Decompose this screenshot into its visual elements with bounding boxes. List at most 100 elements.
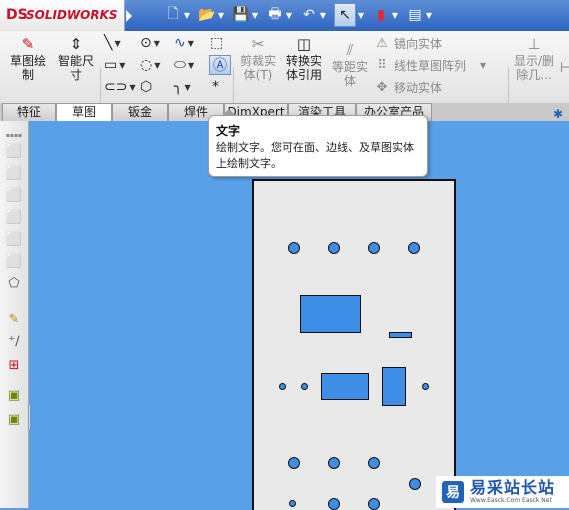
slot-icon: ⊂⊃ <box>104 79 128 95</box>
open-dropdown-arrow-icon[interactable]: ▼ <box>216 4 226 26</box>
ellipse-tool[interactable]: ⬭ ▼ <box>174 56 194 74</box>
construction-geometry-tool[interactable]: ⬚ <box>210 34 223 52</box>
convert-entities-icon: ◫ <box>296 35 312 53</box>
hole <box>368 457 380 469</box>
undo-icon[interactable]: ↶ <box>300 4 318 26</box>
tooltip-description: 绘制文字。您可在面、边线、及草图实体上绘制文字。 <box>216 141 414 170</box>
show-delete-relations-label: 显示/删 除几... <box>513 54 555 82</box>
point-tool[interactable]: * <box>212 78 219 96</box>
text-tool[interactable]: Ⓐ <box>209 55 231 75</box>
traffic-light-icon[interactable]: ▮ <box>372 4 390 26</box>
trim-entities-label: 剪裁实 体(T) <box>239 54 276 82</box>
watermark-logo: 易 <box>442 481 464 503</box>
hole <box>288 242 300 254</box>
solidworks-logo[interactable]: DS SOLIDWORKS <box>0 0 125 31</box>
trim-scissors-icon: ✂ <box>251 35 265 53</box>
back-view-icon[interactable]: ⬜ <box>5 165 23 181</box>
line-dropdown-arrow-icon[interactable]: ▼ <box>114 39 120 48</box>
spline-dropdown-arrow-icon[interactable]: ▼ <box>188 39 194 48</box>
tab-sketch[interactable]: 草图 <box>56 103 112 122</box>
top-view-icon[interactable]: ⬜ <box>5 231 23 247</box>
sketch-plate[interactable] <box>252 179 456 510</box>
small-hole <box>279 383 286 390</box>
show-delete-relations-button[interactable]: ⊥ 显示/删 除几... <box>510 35 558 83</box>
undo-dropdown-arrow-icon[interactable]: ▼ <box>318 4 328 26</box>
rectangle-tool[interactable]: ▭ ▼ <box>104 56 125 74</box>
linear-pattern-label: 线性草图阵列 <box>394 58 467 73</box>
smart-dimension-button[interactable]: ⇕ 智能尺 寸 <box>54 35 98 83</box>
line-tool[interactable]: ╲ ▼ <box>104 34 121 52</box>
hole <box>368 498 380 510</box>
ribbon-overflow-icon[interactable]: ⊢ <box>560 59 569 77</box>
spline-tool[interactable]: ∿ ▼ <box>174 34 194 52</box>
print-icon[interactable]: 🖶 <box>266 4 284 26</box>
smart-dimension-side-icon[interactable]: ⁺∕ <box>5 333 23 349</box>
edit-sketch-icon[interactable]: ✎ <box>5 311 23 327</box>
polygon-icon: ⬡ <box>140 79 153 95</box>
ellipse-dropdown-arrow-icon[interactable]: ▼ <box>188 61 194 70</box>
add-relation-icon[interactable]: ⊞ <box>5 357 23 373</box>
convert-entities-label: 转换实 体引用 <box>285 54 322 82</box>
panel-settings-icon[interactable]: ✱ <box>553 107 563 121</box>
rectangular-cutout <box>321 373 369 400</box>
slot-dropdown-arrow-icon[interactable]: ▼ <box>129 83 135 92</box>
construction-geometry-icon: ⬚ <box>210 35 224 51</box>
ellipse-icon: ⬭ <box>174 57 186 73</box>
circle-tool[interactable]: ⊙ ▼ <box>140 34 160 52</box>
standard-toolbar: 🗋 ▼ 📂 ▼ 💾 ▼ 🖶 ▼ ↶ ▼ ↖ ▼ ▮ ▼ ▤ ▼ <box>164 3 434 27</box>
new-document-icon[interactable]: 🗋 <box>164 4 182 26</box>
move-entities-button[interactable]: ✥ 移动实体 <box>374 78 442 96</box>
select-dropdown-arrow-icon[interactable]: ▼ <box>356 4 366 26</box>
hole <box>288 457 300 469</box>
right-view-icon[interactable]: ⬜ <box>5 209 23 225</box>
text-tool-tooltip: 文字 绘制文字。您可在面、边线、及草图实体上绘制文字。 <box>208 115 428 177</box>
front-view-icon[interactable]: ⬜ <box>5 143 23 159</box>
linear-pattern-icon: ⠿ <box>377 57 387 73</box>
bottom-view-icon[interactable]: ⬜ <box>5 253 23 269</box>
layer-icon[interactable]: ▣ <box>5 387 23 403</box>
fillet-tool[interactable]: ╮ ▼ <box>174 78 191 96</box>
save-dropdown-arrow-icon[interactable]: ▼ <box>250 4 260 26</box>
title-bar: DS SOLIDWORKS 🗋 ▼ 📂 ▼ 💾 ▼ 🖶 ▼ ↶ ▼ ↖ ▼ ▮ … <box>0 0 569 31</box>
tab-features[interactable]: 特征 <box>2 103 56 121</box>
rectangular-cutout <box>300 295 361 333</box>
rectangle-dropdown-arrow-icon[interactable]: ▼ <box>119 61 125 70</box>
circle-icon: ⊙ <box>140 35 152 51</box>
rebuild-dropdown-arrow-icon[interactable]: ▼ <box>390 4 400 26</box>
linear-pattern-button[interactable]: ⠿ 线性草图阵列 ▼ <box>374 56 486 74</box>
small-hole <box>289 500 296 507</box>
offset-entities-icon: ⫽ <box>346 41 354 59</box>
linear-pattern-dropdown-arrow-icon[interactable]: ▼ <box>480 61 486 70</box>
text-tool-icon: Ⓐ <box>213 58 227 74</box>
new-dropdown-arrow-icon[interactable]: ▼ <box>182 4 192 26</box>
print-dropdown-arrow-icon[interactable]: ▼ <box>284 4 294 26</box>
select-cursor-icon[interactable]: ↖ <box>334 3 356 27</box>
hole <box>409 478 421 490</box>
options-icon[interactable]: ▤ <box>406 4 424 26</box>
smart-dimension-label: 智能尺 寸 <box>57 54 94 82</box>
arc-dropdown-arrow-icon[interactable]: ▼ <box>154 61 160 70</box>
tab-sheet-metal[interactable]: 钣金 <box>112 103 168 121</box>
arc-tool[interactable]: ◌ ▼ <box>140 56 160 74</box>
offset-entities-button[interactable]: ⫽ 等距实 体 <box>328 41 372 89</box>
trim-entities-button[interactable]: ✂ 剪裁实 体(T) <box>236 35 280 83</box>
fillet-dropdown-arrow-icon[interactable]: ▼ <box>184 83 190 92</box>
slot-tool[interactable]: ⊂⊃ ▼ <box>104 78 136 96</box>
save-icon[interactable]: 💾 <box>232 4 250 26</box>
options-dropdown-arrow-icon[interactable]: ▼ <box>424 4 434 26</box>
arc-icon: ◌ <box>140 57 153 73</box>
circle-dropdown-arrow-icon[interactable]: ▼ <box>154 39 160 48</box>
mirror-entities-label: 镜向实体 <box>394 36 443 51</box>
layer-properties-icon[interactable]: ▣ <box>5 411 23 427</box>
site-watermark: 易 易采站长站 Www.Easck.Com Easck Net <box>436 476 569 508</box>
isometric-view-icon[interactable]: ⬠ <box>5 275 23 291</box>
left-view-icon[interactable]: ⬜ <box>5 187 23 203</box>
tooltip-title: 文字 <box>216 124 241 138</box>
mirror-entities-button[interactable]: ⚠ 镜向实体 <box>374 34 442 52</box>
convert-entities-button[interactable]: ◫ 转换实 体引用 <box>282 35 326 83</box>
polygon-tool[interactable]: ⬡ <box>140 78 152 96</box>
small-hole <box>301 383 308 390</box>
menu-expand-arrow-icon[interactable] <box>126 10 132 22</box>
open-folder-icon[interactable]: 📂 <box>198 4 216 26</box>
sketch-button[interactable]: ✎ 草图绘 制 <box>6 35 50 83</box>
